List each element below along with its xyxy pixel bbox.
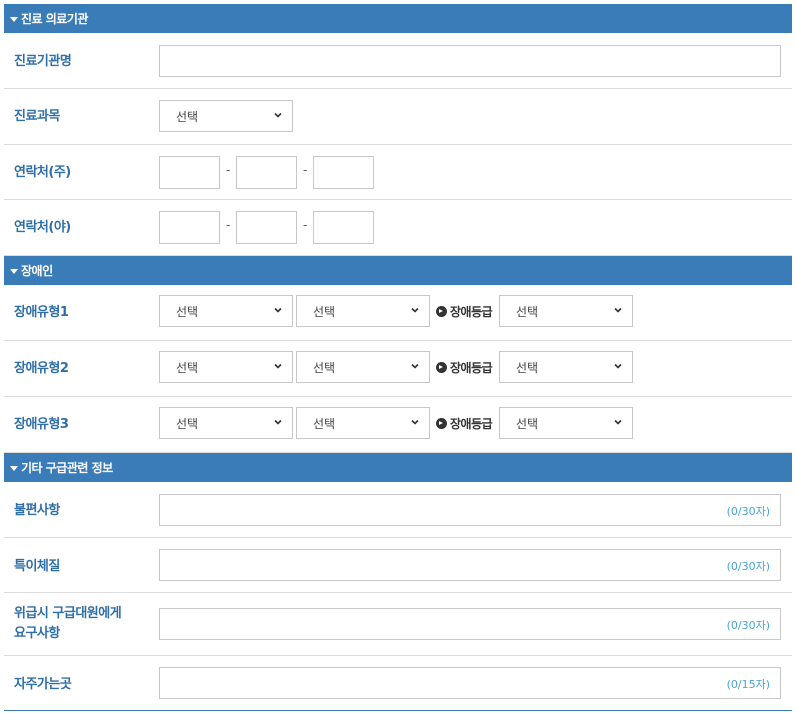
select-value: 선택 <box>176 304 199 319</box>
disability-type3-select-b[interactable]: 선택 <box>296 407 430 439</box>
frequent-places-label: 자주가는곳 <box>14 677 72 692</box>
section-header-other: 기타 구급관련 정보 <box>4 453 792 482</box>
emergency-request-row: 위급시 구급대원에게 요구사항 (0/30자) <box>4 593 792 656</box>
phone-night-part1[interactable] <box>159 211 220 244</box>
section-header-disability: 장애인 <box>4 256 792 285</box>
disability-type-label: 장애유형3 <box>14 417 69 432</box>
select-value: 선택 <box>516 304 539 319</box>
select-value: 선택 <box>176 360 199 375</box>
collapse-triangle-icon <box>10 465 18 471</box>
disability-type2-select-a[interactable]: 선택 <box>159 351 293 383</box>
grade-label-text: 장애등급 <box>450 417 493 431</box>
chevron-down-icon <box>274 112 282 118</box>
constitution-label: 특이체질 <box>14 559 60 574</box>
department-label: 진료과목 <box>14 109 60 124</box>
department-select[interactable]: 선택 <box>159 100 293 132</box>
disability-grade2-select[interactable]: 선택 <box>499 351 633 383</box>
section-title: 기타 구급관련 정보 <box>21 461 113 475</box>
frequent-places-input[interactable]: (0/15자) <box>159 667 781 699</box>
institution-row: 진료기관명 <box>4 33 792 89</box>
dash: - <box>303 218 308 232</box>
select-value: 선택 <box>313 360 336 375</box>
phone-day-label: 연락처(주) <box>14 165 71 180</box>
arrow-circle-icon <box>436 362 447 373</box>
phone-night-part2[interactable] <box>236 211 297 244</box>
disability-grade3-select[interactable]: 선택 <box>499 407 633 439</box>
select-value: 선택 <box>516 360 539 375</box>
constitution-input[interactable]: (0/30자) <box>159 549 781 581</box>
disability-type1-select-b[interactable]: 선택 <box>296 295 430 327</box>
emergency-request-label-line1: 위급시 구급대원에게 <box>14 606 122 621</box>
emergency-request-label-line2: 요구사항 <box>14 626 60 641</box>
disability-type2-select-b[interactable]: 선택 <box>296 351 430 383</box>
phone-night-label: 연락처(야) <box>14 220 71 235</box>
select-value: 선택 <box>516 416 539 431</box>
phone-day-row: 연락처(주) - - <box>4 145 792 200</box>
inconvenience-input[interactable]: (0/30자) <box>159 494 781 526</box>
collapse-triangle-icon <box>10 268 18 274</box>
select-value: 선택 <box>176 416 199 431</box>
chevron-down-icon <box>411 307 419 313</box>
dash: - <box>226 163 231 177</box>
inconvenience-row: 불편사항 (0/30자) <box>4 482 792 538</box>
chevron-down-icon <box>411 363 419 369</box>
char-counter: (0/30자) <box>726 619 770 632</box>
chevron-down-icon <box>411 419 419 425</box>
section-header-medical: 진료 의료기관 <box>4 4 792 33</box>
chevron-down-icon <box>614 363 622 369</box>
phone-night-part3[interactable] <box>313 211 374 244</box>
disability-grade1-select[interactable]: 선택 <box>499 295 633 327</box>
chevron-down-icon <box>274 363 282 369</box>
arrow-circle-icon <box>436 306 447 317</box>
grade-label: 장애등급 <box>436 359 493 376</box>
phone-day-part1[interactable] <box>159 156 220 189</box>
bottom-border <box>4 710 792 711</box>
grade-label: 장애등급 <box>436 303 493 320</box>
disability-row-3: 장애유형3 선택 선택 장애등급 선택 <box>4 397 792 453</box>
disability-type3-select-a[interactable]: 선택 <box>159 407 293 439</box>
grade-label-text: 장애등급 <box>450 305 493 319</box>
constitution-row: 특이체질 (0/30자) <box>4 538 792 593</box>
grade-label-text: 장애등급 <box>450 361 493 375</box>
char-counter: (0/15자) <box>726 678 770 691</box>
disability-type-label: 장애유형2 <box>14 361 69 376</box>
disability-type1-select-a[interactable]: 선택 <box>159 295 293 327</box>
phone-day-part3[interactable] <box>313 156 374 189</box>
arrow-circle-icon <box>436 418 447 429</box>
chevron-down-icon <box>274 307 282 313</box>
chevron-down-icon <box>614 307 622 313</box>
section-title: 장애인 <box>21 264 53 278</box>
disability-row-1: 장애유형1 선택 선택 장애등급 선택 <box>4 285 792 341</box>
emergency-request-input[interactable]: (0/30자) <box>159 608 781 640</box>
dash: - <box>226 218 231 232</box>
disability-type-label: 장애유형1 <box>14 305 69 320</box>
institution-input[interactable] <box>159 45 781 77</box>
institution-label: 진료기관명 <box>14 54 72 69</box>
select-value: 선택 <box>176 109 199 124</box>
chevron-down-icon <box>614 419 622 425</box>
collapse-triangle-icon <box>10 16 18 22</box>
disability-row-2: 장애유형2 선택 선택 장애등급 선택 <box>4 341 792 397</box>
char-counter: (0/30자) <box>726 560 770 573</box>
frequent-places-row: 자주가는곳 (0/15자) <box>4 656 792 710</box>
section-title: 진료 의료기관 <box>21 12 88 26</box>
chevron-down-icon <box>274 419 282 425</box>
department-row: 진료과목 선택 <box>4 89 792 145</box>
select-value: 선택 <box>313 416 336 431</box>
inconvenience-label: 불편사항 <box>14 503 60 518</box>
select-value: 선택 <box>313 304 336 319</box>
char-counter: (0/30자) <box>726 505 770 518</box>
phone-night-row: 연락처(야) - - <box>4 200 792 256</box>
dash: - <box>303 163 308 177</box>
phone-day-part2[interactable] <box>236 156 297 189</box>
grade-label: 장애등급 <box>436 415 493 432</box>
